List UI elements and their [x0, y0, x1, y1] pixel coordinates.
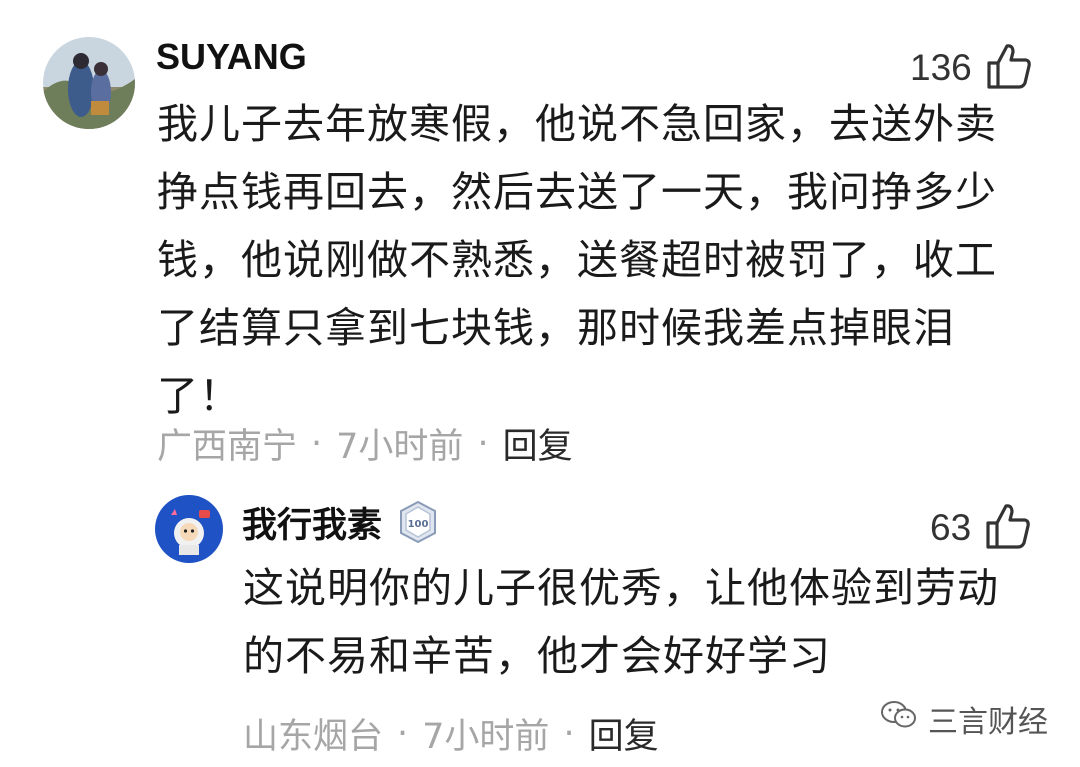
- like-button[interactable]: 136: [910, 42, 1032, 94]
- thumbs-up-icon: [985, 502, 1031, 554]
- separator: ·: [563, 713, 575, 754]
- timestamp: 7小时前: [336, 427, 464, 467]
- separator: ·: [397, 713, 409, 754]
- wechat-icon: [880, 699, 918, 739]
- comment-meta: 广西南宁 · 7小时前 · 回复: [157, 418, 573, 469]
- like-count: 136: [910, 47, 972, 88]
- level-badge-icon: 100: [398, 500, 438, 548]
- avatar[interactable]: [155, 495, 223, 563]
- username[interactable]: 我行我素: [242, 497, 382, 548]
- timestamp: 7小时前: [422, 717, 550, 757]
- username[interactable]: SUYANG: [156, 36, 307, 78]
- separator: ·: [477, 423, 489, 464]
- comment-text: 这说明你的儿子很优秀，让他体验到劳动的不易和辛苦，他才会好好学习: [243, 564, 999, 680]
- separator: ·: [311, 423, 323, 464]
- watermark-text: 三言财经: [928, 705, 1048, 740]
- avatar-image: [43, 37, 135, 129]
- watermark: 三言财经: [880, 697, 1048, 741]
- comment-text: 我儿子去年放寒假，他说不急回家，去送外卖挣点钱再回去，然后去送了一天，我问挣多少…: [157, 100, 997, 420]
- location: 山东烟台: [243, 717, 384, 757]
- thumbs-up-icon: [986, 42, 1032, 94]
- like-button[interactable]: 63: [930, 502, 1031, 554]
- badge-level: 100: [408, 519, 429, 530]
- like-count: 63: [930, 507, 972, 548]
- comment-meta: 山东烟台 · 7小时前 · 回复: [243, 708, 659, 759]
- reply-button[interactable]: 回复: [589, 708, 659, 759]
- location: 广西南宁: [157, 427, 298, 467]
- reply-button[interactable]: 回复: [503, 418, 573, 469]
- comment-1: SUYANG 136 我儿子去年放寒假，他说不急回家，去送外卖挣点钱再回去，然后…: [0, 0, 1080, 480]
- avatar-image: [155, 495, 223, 563]
- avatar[interactable]: [43, 37, 135, 129]
